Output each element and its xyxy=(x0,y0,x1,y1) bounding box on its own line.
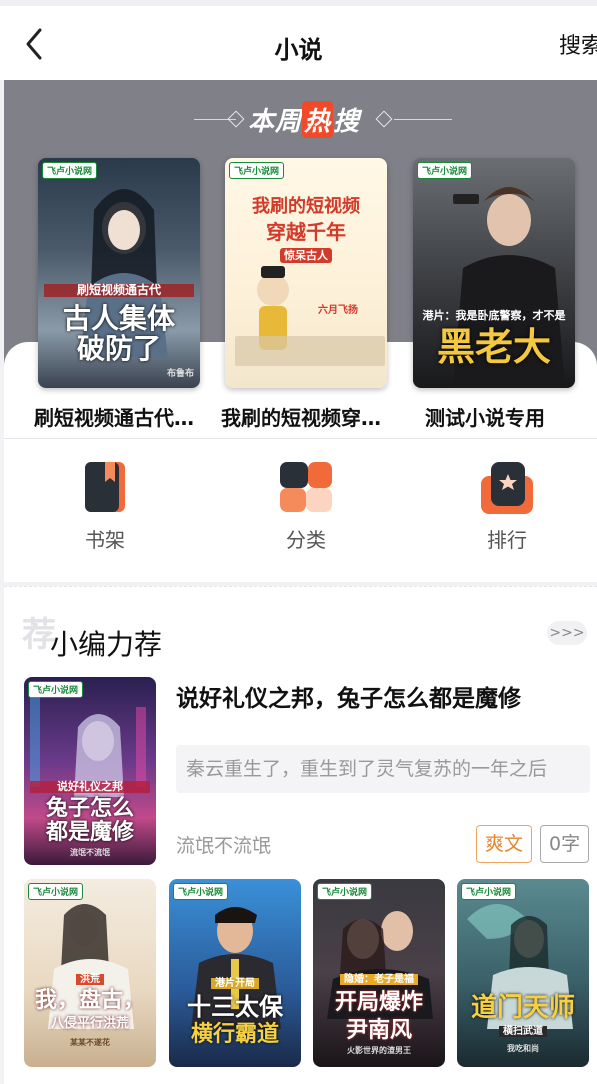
word-count-tag: 0字 xyxy=(540,825,590,863)
hot-title-row: 本周热搜 xyxy=(4,100,597,140)
search-button[interactable]: 搜索 xyxy=(559,28,597,60)
hot-book-title[interactable]: 测试小说专用 xyxy=(425,402,597,431)
nav-label: 分类 xyxy=(286,528,326,552)
cover-title-line: 开局爆炸 xyxy=(334,990,423,1015)
section-title: 小编力荐 xyxy=(50,628,163,661)
cover-title-line: 十三太保 xyxy=(187,993,283,1021)
cover-title-line: 古人集体 xyxy=(62,302,175,335)
cover-tagline: 洪荒 xyxy=(76,974,104,985)
cover-tagline: 隐婚：老子是福 xyxy=(340,974,418,985)
cover-author: 布鲁布 xyxy=(166,369,194,379)
cover-author: 流氓不流氓 xyxy=(70,848,110,857)
weekly-hot-title: 本周热搜 xyxy=(248,101,360,138)
cover-art xyxy=(235,266,385,366)
nav-label: 排行 xyxy=(487,528,527,552)
cover-art xyxy=(467,904,573,1029)
cover-title-line: 都是魔修 xyxy=(45,820,134,845)
diamond-ornament-icon xyxy=(227,110,245,128)
book-cover[interactable]: 飞卢小说网 隐婚：老子是福 开局爆炸 尹南风 火影世界的渣男王 xyxy=(313,879,445,1067)
book-cover[interactable]: 飞卢小说网 我刷的短视频 穿越千年 惊呆古人 六月飞扬 xyxy=(225,158,387,388)
genre-tag: 爽文 xyxy=(476,825,533,863)
editor-picks-section: 荐 小编力荐 >>> 飞卢小说网 说好礼仪之邦 兔子怎么 都是魔修 流氓不流氓 … xyxy=(4,586,597,1084)
cover-title-line: 兔子怎么 xyxy=(45,796,134,821)
cover-subtitle: 港片：我是卧底警察，才不是 xyxy=(422,309,566,322)
cover-tagline: 港片开局 xyxy=(211,978,259,989)
nav-ranking[interactable]: 排行 xyxy=(452,458,562,553)
cover-subtitle: 刷短视频通古代 xyxy=(44,284,194,297)
cover-author: 某某不遂花 xyxy=(70,1038,110,1047)
more-button[interactable]: >>> xyxy=(547,621,587,645)
divider-line xyxy=(394,119,452,120)
ranking-icon xyxy=(479,458,535,516)
cover-author: 我吃和尚 xyxy=(507,1044,539,1053)
section-divider xyxy=(4,438,597,439)
cover-title-line: 黑老大 xyxy=(436,325,551,369)
featured-book-author: 流氓不流氓 xyxy=(176,835,272,857)
hot-title-prefix: 本周 xyxy=(248,107,303,137)
cover-title-line: 破防了 xyxy=(76,332,161,365)
book-cover[interactable]: 飞卢小说网 洪荒 我，盘古， 八侵平行洪荒 某某不遂花 xyxy=(24,879,156,1067)
book-cover[interactable]: 飞卢小说网 港片：我是卧底警察，才不是 黑老大 xyxy=(413,158,575,388)
category-icon xyxy=(278,458,334,516)
hot-title-highlight: 热 xyxy=(302,101,334,138)
book-cover[interactable]: 飞卢小说网 刷短视频通古代 古人集体 破防了 布鲁布 xyxy=(38,158,200,388)
cover-author: 火影世界的渣男王 xyxy=(347,1046,411,1055)
nav-bookshelf[interactable]: 书架 xyxy=(50,458,160,553)
top-nav-bar: 小说 搜索 xyxy=(0,0,597,80)
cover-title-line: 我，盘古， xyxy=(34,988,145,1013)
nav-category[interactable]: 分类 xyxy=(251,458,361,553)
cover-title-line: 尹南风 xyxy=(345,1018,412,1043)
diamond-ornament-icon xyxy=(375,110,393,128)
cover-tagline: 横扫武道 xyxy=(499,1026,547,1037)
featured-book-description: 秦云重生了，重生到了灵气复苏的一年之后 xyxy=(176,745,590,793)
cover-author: 六月飞扬 xyxy=(318,305,358,316)
cover-title-line: 横行霸道 xyxy=(190,1022,279,1047)
cover-subtitle: 说好礼仪之邦 xyxy=(30,781,150,793)
featured-book-title[interactable]: 说好礼仪之邦，兔子怎么都是魔修 xyxy=(176,679,586,713)
bookshelf-icon xyxy=(77,458,133,516)
featured-book-cover[interactable]: 飞卢小说网 说好礼仪之邦 兔子怎么 都是魔修 流氓不流氓 xyxy=(24,677,156,865)
hot-book-title[interactable]: 刷短视频通古代，古人集体破防了 xyxy=(34,402,209,431)
book-cover[interactable]: 飞卢小说网 道门天师 横扫武道 我吃和尚 xyxy=(457,879,589,1067)
book-cover[interactable]: 飞卢小说网 港片开局 十三太保 横行霸道 xyxy=(169,879,301,1067)
nav-label: 书架 xyxy=(85,528,125,552)
hot-book-title[interactable]: 我刷的短视频穿越千年 xyxy=(221,402,396,431)
page-title: 小说 xyxy=(274,36,323,64)
cover-title-line: 道门天师 xyxy=(470,993,575,1023)
hot-title-suffix: 搜 xyxy=(333,107,361,137)
cover-title-line: 八侵平行洪荒 xyxy=(50,1016,129,1031)
